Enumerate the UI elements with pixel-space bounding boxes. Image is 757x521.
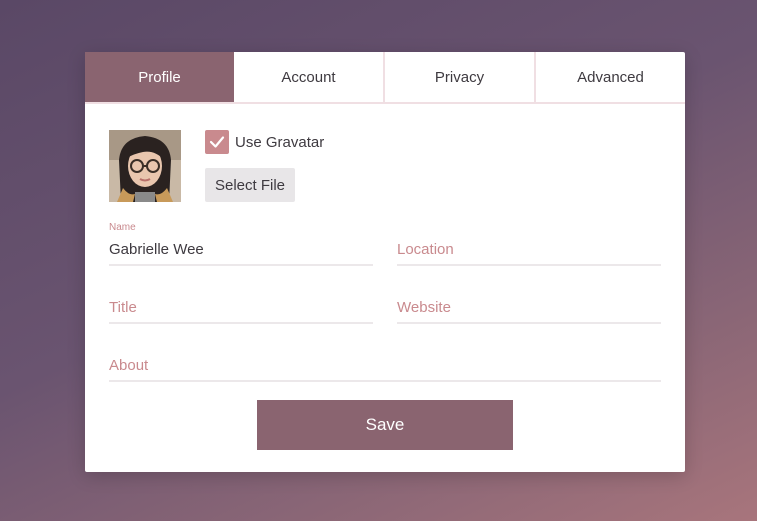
avatar-photo-icon: [109, 130, 181, 202]
title-field[interactable]: Title: [109, 280, 373, 324]
name-field[interactable]: Name Gabrielle Wee: [109, 222, 373, 266]
select-file-button[interactable]: Select File: [205, 168, 295, 202]
website-placeholder: Website: [397, 299, 451, 316]
tab-bar: Profile Account Privacy Advanced: [85, 52, 685, 104]
gravatar-label: Use Gravatar: [235, 133, 325, 151]
check-icon: [209, 136, 225, 148]
location-field[interactable]: Location: [397, 222, 661, 266]
about-field[interactable]: About: [109, 338, 661, 382]
website-field[interactable]: Website: [397, 280, 661, 324]
avatar: [109, 130, 181, 202]
about-placeholder: About: [109, 357, 149, 374]
tab-advanced[interactable]: Advanced: [536, 52, 685, 102]
gravatar-checkbox[interactable]: [205, 130, 229, 154]
settings-card: Profile Account Privacy Advanced Use Gra…: [85, 52, 685, 472]
tab-privacy[interactable]: Privacy: [385, 52, 536, 102]
name-value: Gabrielle Wee: [109, 241, 204, 258]
title-placeholder: Title: [109, 299, 137, 316]
location-placeholder: Location: [397, 241, 454, 258]
tab-account[interactable]: Account: [234, 52, 385, 102]
save-button[interactable]: Save: [257, 400, 513, 450]
name-label: Name: [109, 222, 136, 233]
gravatar-option: Use Gravatar: [205, 130, 324, 154]
tab-profile[interactable]: Profile: [85, 52, 234, 102]
